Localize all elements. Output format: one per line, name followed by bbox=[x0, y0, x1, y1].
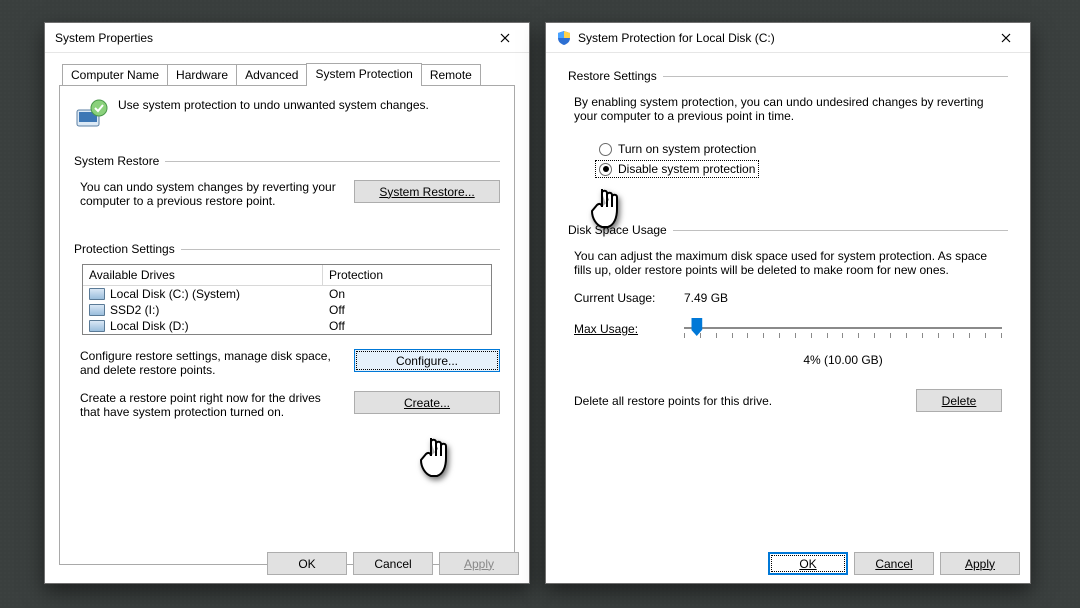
tab-hardware[interactable]: Hardware bbox=[167, 64, 237, 85]
table-row[interactable]: SSD2 (I:) Off bbox=[83, 302, 491, 318]
titlebar[interactable]: System Properties bbox=[45, 23, 529, 53]
drives-table[interactable]: Available Drives Protection Local Disk (… bbox=[82, 264, 492, 335]
max-usage-label: Max Usage: bbox=[574, 322, 684, 336]
divider bbox=[673, 230, 1008, 231]
group-restore-settings: Restore Settings bbox=[568, 69, 657, 83]
close-button[interactable] bbox=[983, 24, 1028, 52]
system-protection-drive-window: System Protection for Local Disk (C:) Re… bbox=[545, 22, 1031, 584]
current-usage-label: Current Usage: bbox=[574, 291, 684, 305]
radio-label: Disable system protection bbox=[618, 162, 755, 176]
intro-text: Use system protection to undo unwanted s… bbox=[118, 98, 429, 112]
tab-advanced[interactable]: Advanced bbox=[236, 64, 307, 85]
tabstrip: Computer Name Hardware Advanced System P… bbox=[59, 61, 515, 85]
group-system-restore: System Restore bbox=[74, 154, 159, 168]
tab-panel: Use system protection to undo unwanted s… bbox=[59, 85, 515, 565]
cancel-button[interactable]: Cancel bbox=[353, 552, 433, 575]
delete-button[interactable]: Delete bbox=[916, 389, 1002, 412]
ok-button[interactable]: OK bbox=[768, 552, 848, 575]
drive-protection: On bbox=[323, 287, 491, 301]
drive-icon bbox=[89, 288, 105, 300]
radio-turn-on[interactable]: Turn on system protection bbox=[596, 141, 1008, 157]
current-usage-value: 7.49 GB bbox=[684, 291, 1002, 305]
apply-button[interactable]: Apply bbox=[439, 552, 519, 575]
drive-protection: Off bbox=[323, 319, 491, 333]
configure-text: Configure restore settings, manage disk … bbox=[80, 349, 340, 377]
system-properties-window: System Properties Computer Name Hardware… bbox=[44, 22, 530, 584]
radio-icon bbox=[599, 163, 612, 176]
close-icon bbox=[1001, 33, 1011, 43]
create-button[interactable]: Create... bbox=[354, 391, 500, 414]
delete-text: Delete all restore points for this drive… bbox=[574, 394, 916, 408]
restore-text: You can undo system changes by reverting… bbox=[80, 180, 340, 208]
configure-button[interactable]: Configure... bbox=[354, 349, 500, 372]
radio-label: Turn on system protection bbox=[618, 142, 756, 156]
cancel-button[interactable]: Cancel bbox=[854, 552, 934, 575]
apply-button[interactable]: Apply bbox=[940, 552, 1020, 575]
radio-icon bbox=[599, 143, 612, 156]
slider-track bbox=[684, 327, 1002, 329]
tab-computer-name[interactable]: Computer Name bbox=[62, 64, 168, 85]
drive-icon bbox=[89, 304, 105, 316]
table-row[interactable]: Local Disk (D:) Off bbox=[83, 318, 491, 334]
group-protection-settings: Protection Settings bbox=[74, 242, 175, 256]
system-protection-icon bbox=[74, 98, 108, 132]
col-protection[interactable]: Protection bbox=[323, 265, 491, 285]
window-title: System Protection for Local Disk (C:) bbox=[578, 31, 983, 45]
divider bbox=[663, 76, 1008, 77]
tab-remote[interactable]: Remote bbox=[421, 64, 481, 85]
ok-button[interactable]: OK bbox=[267, 552, 347, 575]
divider bbox=[181, 249, 500, 250]
restore-description: By enabling system protection, you can u… bbox=[568, 91, 1008, 123]
drive-protection: Off bbox=[323, 303, 491, 317]
drive-name: SSD2 (I:) bbox=[110, 303, 159, 317]
close-icon bbox=[500, 33, 510, 43]
radio-disable[interactable]: Disable system protection bbox=[596, 161, 758, 177]
shield-icon bbox=[556, 30, 572, 46]
tab-system-protection[interactable]: System Protection bbox=[306, 63, 421, 86]
group-disk-space: Disk Space Usage bbox=[568, 223, 667, 237]
create-text: Create a restore point right now for the… bbox=[80, 391, 340, 419]
system-restore-button[interactable]: System Restore... bbox=[354, 180, 500, 203]
close-button[interactable] bbox=[482, 24, 527, 52]
window-title: System Properties bbox=[55, 31, 482, 45]
drive-icon bbox=[89, 320, 105, 332]
titlebar[interactable]: System Protection for Local Disk (C:) bbox=[546, 23, 1030, 53]
divider bbox=[165, 161, 500, 162]
drive-name: Local Disk (C:) (System) bbox=[110, 287, 240, 301]
table-row[interactable]: Local Disk (C:) (System) On bbox=[83, 286, 491, 302]
drive-name: Local Disk (D:) bbox=[110, 319, 189, 333]
max-usage-slider[interactable] bbox=[684, 315, 1002, 343]
max-usage-value: 4% (10.00 GB) bbox=[684, 353, 1002, 367]
disk-description: You can adjust the maximum disk space us… bbox=[568, 245, 1008, 277]
col-drives[interactable]: Available Drives bbox=[83, 265, 323, 285]
slider-ticks bbox=[684, 333, 1002, 338]
